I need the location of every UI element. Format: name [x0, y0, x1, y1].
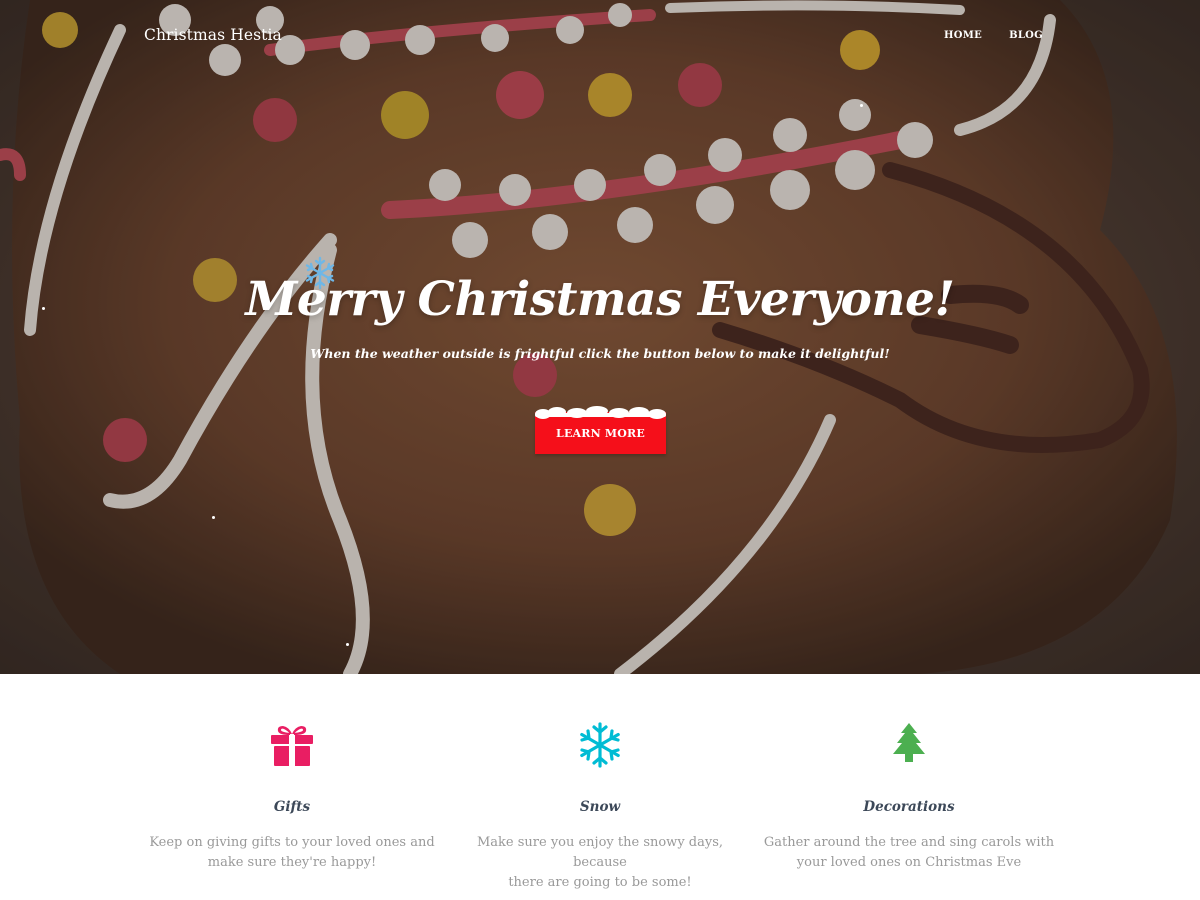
feature-description: Keep on giving gifts to your loved ones … — [142, 833, 442, 873]
nav-link-home[interactable]: HOME — [944, 30, 982, 41]
snow-particle — [860, 104, 863, 107]
hero-section: Christmas Hestia HOME BLOG Merry Christm… — [0, 0, 1200, 674]
hero-subtitle: When the weather outside is frightful cl… — [310, 346, 890, 361]
feature-title: Gifts — [273, 799, 311, 815]
hero-overlay — [0, 0, 1200, 674]
feature-description-line: make sure they're happy! — [207, 855, 377, 870]
features-section: Gifts Keep on giving gifts to your loved… — [0, 674, 1200, 900]
snow-particle — [212, 516, 215, 519]
hero-title: Merry Christmas Everyone! — [245, 272, 955, 327]
snowflake-icon — [580, 722, 620, 768]
feature-title: Snow — [579, 799, 621, 815]
navbar: Christmas Hestia HOME BLOG — [0, 0, 1200, 72]
learn-more-button[interactable]: LEARN MORE — [535, 412, 666, 454]
tree-icon — [893, 723, 925, 762]
gift-icon — [271, 726, 313, 766]
nav-links: HOME BLOG — [944, 30, 1043, 41]
feature-description: Make sure you enjoy the snowy days, beca… — [450, 833, 750, 893]
feature-description-line: Keep on giving gifts to your loved ones … — [149, 835, 435, 850]
feature-description-line: Make sure you enjoy the snowy days, beca… — [476, 835, 724, 870]
site-brand[interactable]: Christmas Hestia — [144, 26, 282, 44]
feature-description-line: your loved ones on Christmas Eve — [796, 855, 1022, 870]
cta-wrapper: LEARN MORE — [535, 406, 666, 454]
feature-description-line: Gather around the tree and sing carols w… — [763, 835, 1055, 850]
feature-description: Gather around the tree and sing carols w… — [759, 833, 1059, 873]
snow-particle — [346, 643, 349, 646]
feature-description-line: there are going to be some! — [508, 875, 692, 890]
nav-link-blog[interactable]: BLOG — [1009, 30, 1043, 41]
feature-title: Decorations — [863, 799, 955, 815]
